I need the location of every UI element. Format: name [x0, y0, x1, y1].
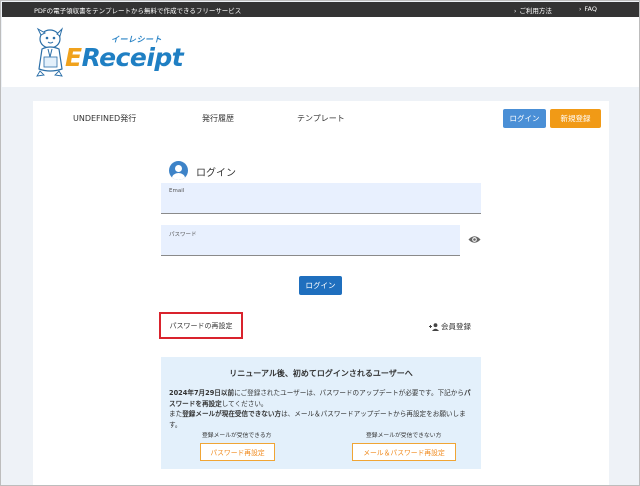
site-tagline: PDFの電子領収書をテンプレートから無料で作成できるフリーサービス [34, 7, 242, 15]
show-password-icon[interactable] [468, 235, 481, 244]
password-input[interactable] [169, 239, 409, 251]
notice-date: 2024年7月29日以前 [169, 389, 235, 397]
add-user-icon [429, 322, 439, 331]
nav-item-history[interactable]: 発行履歴 [202, 113, 234, 124]
mail-unreceivable-label: 登録メールが受信できない方 [366, 433, 442, 439]
email-field[interactable]: Email [161, 183, 481, 214]
notice-text-3: また [169, 410, 183, 418]
password-reset-button[interactable]: パスワード再設定 [200, 443, 275, 461]
nav-item-issue[interactable]: UNDEFINED発行 [73, 113, 136, 124]
usage-link-label: ご利用方法 [519, 7, 552, 15]
password-field[interactable]: パスワード [161, 225, 460, 256]
faq-link-label: FAQ [584, 5, 597, 13]
member-registration-label: 会員登録 [441, 322, 471, 331]
chevron-right-icon: › [514, 8, 517, 15]
mascot-icon [36, 27, 64, 77]
account-circle-icon [169, 161, 188, 180]
password-reset-link[interactable]: パスワードの再設定 [159, 312, 243, 339]
usage-link[interactable]: › ご利用方法 [514, 5, 552, 15]
site-header: イーレシート EReceipt [2, 17, 639, 87]
chevron-right-icon: › [579, 6, 582, 13]
email-label: Email [169, 188, 185, 194]
notice-text-1: にご登録されたユーザーは、パスワードのアップデートが必要です。下記から [234, 389, 464, 397]
member-registration-link[interactable]: 会員登録 [429, 321, 471, 332]
notice-mail-emphasis: 登録メールが現在受信できない方 [182, 410, 282, 418]
login-title: ログイン [196, 168, 236, 179]
password-reset-label: パスワードの再設定 [169, 321, 233, 330]
mail-password-reset-button[interactable]: メール＆パスワード再設定 [352, 443, 456, 461]
logo-wordmark: EReceipt [65, 43, 184, 72]
login-submit-button[interactable]: ログイン [299, 276, 342, 295]
password-label: パスワード [169, 232, 197, 238]
main-card: UNDEFINED発行 発行履歴 テンプレート ログイン 新規登録 ログイン E… [33, 101, 609, 485]
mail-receivable-label: 登録メールが受信できる方 [202, 433, 272, 439]
nav-item-templates[interactable]: テンプレート [297, 113, 345, 124]
logo-wordmark-e: E [65, 43, 82, 72]
notice-title: リニューアル後、初めてログインされるユーザーへ [229, 369, 413, 378]
logo-wordmark-rest: Receipt [81, 43, 184, 72]
header-signup-button[interactable]: 新規登録 [550, 109, 601, 128]
browser-frame: PDFの電子領収書をテンプレートから無料で作成できるフリーサービス › ご利用方法… [0, 0, 640, 486]
email-input[interactable] [169, 197, 425, 209]
faq-link[interactable]: › FAQ [579, 5, 597, 13]
renewal-notice: リニューアル後、初めてログインされるユーザーへ 2024年7月29日以前にご登録… [161, 357, 481, 469]
notice-body: 2024年7月29日以前にご登録されたユーザーは、パスワードのアップデートが必要… [169, 388, 475, 430]
header-login-button[interactable]: ログイン [503, 109, 546, 128]
top-bar: PDFの電子領収書をテンプレートから無料で作成できるフリーサービス › ご利用方法… [2, 2, 639, 17]
notice-text-2: してください。 [221, 399, 268, 408]
ereceipt-logo[interactable]: イーレシート EReceipt [35, 25, 184, 80]
